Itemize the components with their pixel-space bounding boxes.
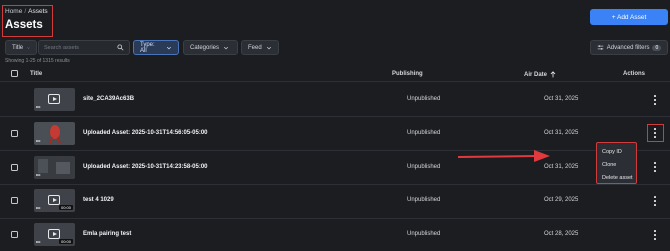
advanced-filters-count: 0	[652, 44, 662, 51]
search-field[interactable]	[38, 40, 130, 55]
row-actions-menu: Copy ID Clone Delete asset	[596, 142, 637, 184]
chevron-down-icon	[223, 46, 229, 49]
publishing-status: Unpublished	[407, 231, 441, 237]
chevron-down-icon	[167, 46, 172, 49]
search-icon[interactable]	[117, 44, 124, 51]
sort-ascending-icon[interactable]	[550, 71, 556, 78]
asset-title[interactable]: site_2CA39Ac63B	[83, 96, 134, 102]
title-filter-dropdown[interactable]: Title	[5, 40, 37, 55]
row-checkbox[interactable]	[11, 231, 18, 238]
type-filter-dropdown[interactable]: Type: All	[133, 40, 179, 55]
divider	[0, 184, 670, 185]
publishing-status: Unpublished	[407, 130, 441, 136]
column-header-air-date[interactable]: Air Date	[524, 71, 556, 78]
more-actions-icon[interactable]	[652, 94, 658, 106]
duration-badge: 00:00	[58, 205, 73, 210]
cc-icon: cc	[36, 172, 41, 177]
column-header-title[interactable]: Title	[30, 71, 42, 77]
add-asset-button[interactable]: + Add Asset	[590, 9, 668, 25]
publishing-status: Unpublished	[407, 197, 441, 203]
air-date: Oct 28, 2025	[544, 231, 579, 237]
cc-icon: cc	[36, 205, 41, 210]
divider	[0, 150, 670, 151]
publishing-status: Unpublished	[407, 96, 441, 102]
feed-filter-label: Feed	[248, 44, 262, 51]
feed-filter-dropdown[interactable]: Feed	[241, 40, 279, 55]
breadcrumb-separator: /	[24, 8, 27, 15]
asset-thumbnail[interactable]: cc 00:00	[34, 223, 75, 246]
row-checkbox[interactable]	[11, 164, 18, 171]
air-date-label: Air Date	[524, 71, 548, 78]
asset-title[interactable]: Uploaded Asset: 2025-10-31T14:56:05-05:0…	[83, 130, 208, 136]
asset-title[interactable]: test 4 1029	[83, 197, 114, 203]
column-header-publishing[interactable]: Publishing	[392, 71, 423, 77]
publishing-status: Unpublished	[407, 164, 441, 170]
more-actions-icon[interactable]	[652, 195, 658, 207]
video-placeholder-icon	[48, 229, 60, 239]
video-placeholder-icon	[48, 195, 60, 205]
chevron-down-icon	[266, 46, 271, 49]
more-actions-icon[interactable]	[652, 161, 658, 173]
divider	[0, 218, 670, 219]
breadcrumb: Home / Assets	[5, 8, 48, 15]
video-placeholder-icon	[48, 94, 60, 104]
annotation-arrow-icon	[458, 150, 550, 162]
page-title: Assets	[5, 19, 43, 31]
row-checkbox[interactable]	[11, 197, 18, 204]
asset-title[interactable]: Uploaded Asset: 2025-10-31T14:23:58-05:0…	[83, 164, 208, 170]
cc-icon: cc	[36, 138, 41, 143]
divider	[0, 81, 670, 82]
breadcrumb-home[interactable]: Home	[5, 8, 22, 15]
more-actions-icon[interactable]	[652, 229, 658, 241]
air-date: Oct 31, 2025	[544, 164, 579, 170]
chevron-down-icon	[27, 46, 30, 49]
add-asset-label: + Add Asset	[611, 13, 647, 21]
sliders-icon	[597, 45, 604, 50]
row-checkbox[interactable]	[11, 130, 18, 137]
asset-thumbnail[interactable]: cc 00:00	[34, 189, 75, 212]
air-date: Oct 29, 2025	[544, 197, 579, 203]
categories-filter-dropdown[interactable]: Categories	[183, 40, 238, 55]
air-date: Oct 31, 2025	[544, 96, 579, 102]
advanced-filters-label: Advanced filters	[606, 44, 650, 51]
title-filter-label: Title	[12, 44, 24, 51]
results-summary: Showing 1-25 of 1315 results	[5, 58, 70, 64]
actions-highlight	[647, 124, 664, 142]
air-date: Oct 31, 2025	[544, 130, 579, 136]
breadcrumb-current: Assets	[28, 8, 48, 15]
asset-thumbnail[interactable]: cc	[34, 156, 75, 179]
select-all-checkbox[interactable]	[11, 70, 18, 77]
asset-thumbnail[interactable]: cc	[34, 88, 75, 111]
column-header-actions: Actions	[623, 71, 646, 77]
cc-icon: cc	[36, 104, 41, 109]
asset-title[interactable]: Emla pairing test	[83, 231, 131, 237]
cc-icon: cc	[36, 239, 41, 244]
divider	[0, 116, 670, 117]
categories-filter-label: Categories	[190, 44, 220, 51]
menu-item-copy-id[interactable]: Copy ID	[597, 145, 636, 158]
asset-thumbnail[interactable]: cc	[34, 122, 75, 145]
search-input[interactable]	[44, 44, 118, 51]
type-filter-label: Type: All	[140, 41, 155, 54]
menu-item-clone[interactable]: Clone	[597, 158, 636, 171]
duration-badge: 00:00	[58, 239, 73, 244]
menu-item-delete-asset[interactable]: Delete asset	[597, 171, 636, 184]
advanced-filters-button[interactable]: Advanced filters 0	[590, 40, 668, 55]
